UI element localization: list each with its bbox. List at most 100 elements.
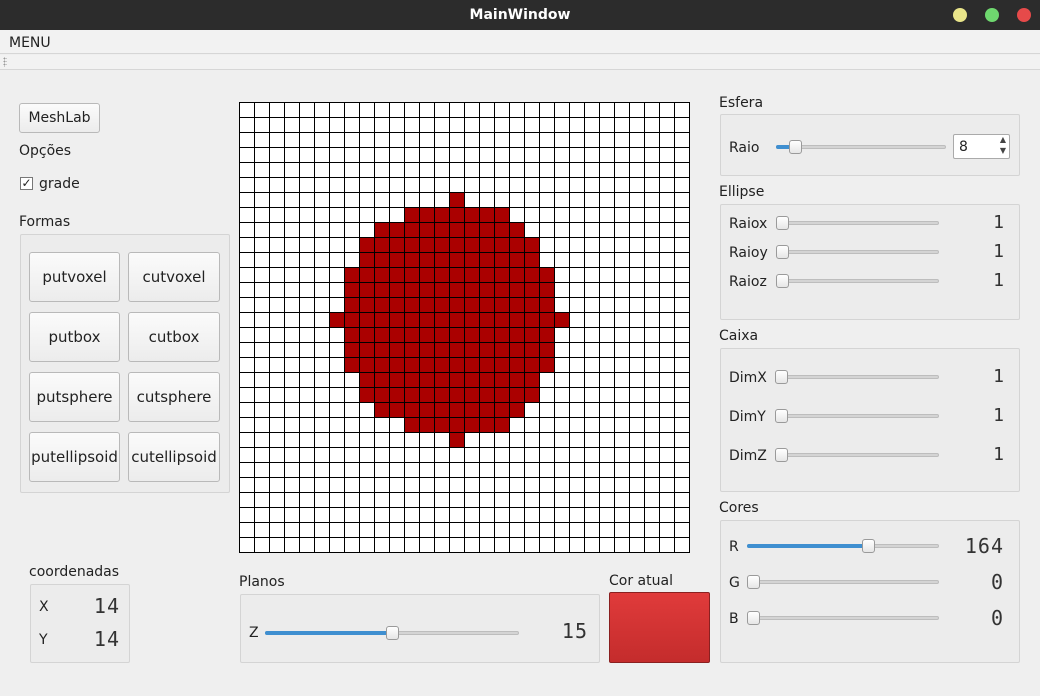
voxel-cell[interactable] <box>419 402 434 417</box>
voxel-cell[interactable] <box>434 222 449 237</box>
voxel-cell[interactable] <box>359 327 374 342</box>
voxel-cell[interactable] <box>374 312 389 327</box>
voxel-cell[interactable] <box>494 237 509 252</box>
voxel-cell[interactable] <box>449 192 464 207</box>
voxel-cell[interactable] <box>539 312 554 327</box>
voxel-cell[interactable] <box>419 312 434 327</box>
voxel-cell[interactable] <box>404 297 419 312</box>
voxel-cell[interactable] <box>494 252 509 267</box>
voxel-cell[interactable] <box>539 357 554 372</box>
voxel-cell[interactable] <box>359 357 374 372</box>
minimize-button[interactable] <box>953 8 967 22</box>
voxel-cell[interactable] <box>449 372 464 387</box>
voxel-cell[interactable] <box>539 342 554 357</box>
dim-x-slider[interactable] <box>775 369 939 385</box>
voxel-cell[interactable] <box>509 402 524 417</box>
voxel-cell[interactable] <box>344 282 359 297</box>
voxel-cell[interactable] <box>389 402 404 417</box>
voxel-cell[interactable] <box>464 357 479 372</box>
voxel-cell[interactable] <box>464 342 479 357</box>
voxel-cell[interactable] <box>419 327 434 342</box>
voxel-cell[interactable] <box>374 372 389 387</box>
radius-spinbox[interactable]: 8 ▲ ▼ <box>953 134 1010 159</box>
voxel-cell[interactable] <box>374 402 389 417</box>
radius-slider-handle[interactable] <box>789 140 802 154</box>
voxel-cell[interactable] <box>464 387 479 402</box>
voxel-cell[interactable] <box>359 387 374 402</box>
voxel-cell[interactable] <box>359 267 374 282</box>
voxel-cell[interactable] <box>449 207 464 222</box>
voxel-grid[interactable] <box>239 102 690 553</box>
voxel-cell[interactable] <box>449 312 464 327</box>
voxel-cell[interactable] <box>494 222 509 237</box>
voxel-cell[interactable] <box>494 402 509 417</box>
voxel-cell[interactable] <box>374 222 389 237</box>
voxel-cell[interactable] <box>419 372 434 387</box>
voxel-cell[interactable] <box>464 267 479 282</box>
voxel-cell[interactable] <box>404 312 419 327</box>
voxel-cell[interactable] <box>434 327 449 342</box>
voxel-cell[interactable] <box>524 312 539 327</box>
voxel-cell[interactable] <box>494 312 509 327</box>
voxel-cell[interactable] <box>434 207 449 222</box>
voxel-cell[interactable] <box>419 222 434 237</box>
dim-y-slider[interactable] <box>775 408 939 424</box>
putsphere-button[interactable]: putsphere <box>29 372 120 422</box>
voxel-cell[interactable] <box>404 387 419 402</box>
maximize-button[interactable] <box>985 8 999 22</box>
voxel-cell[interactable] <box>509 297 524 312</box>
voxel-cell[interactable] <box>344 312 359 327</box>
voxel-cell[interactable] <box>479 402 494 417</box>
voxel-cell[interactable] <box>479 417 494 432</box>
voxel-cell[interactable] <box>404 222 419 237</box>
voxel-cell[interactable] <box>344 327 359 342</box>
voxel-cell[interactable] <box>389 297 404 312</box>
close-button[interactable] <box>1017 8 1031 22</box>
voxel-cell[interactable] <box>449 237 464 252</box>
voxel-cell[interactable] <box>374 282 389 297</box>
voxel-cell[interactable] <box>539 297 554 312</box>
voxel-cell[interactable] <box>359 342 374 357</box>
putellipsoid-button[interactable]: putellipsoid <box>29 432 120 482</box>
voxel-cell[interactable] <box>419 387 434 402</box>
voxel-cell[interactable] <box>449 417 464 432</box>
cutellipsoid-button[interactable]: cutellipsoid <box>128 432 220 482</box>
voxel-cell[interactable] <box>509 357 524 372</box>
voxel-cell[interactable] <box>479 207 494 222</box>
voxel-cell[interactable] <box>449 387 464 402</box>
voxel-cell[interactable] <box>479 342 494 357</box>
voxel-cell[interactable] <box>449 267 464 282</box>
voxel-cell[interactable] <box>404 237 419 252</box>
voxel-cell[interactable] <box>419 237 434 252</box>
voxel-cell[interactable] <box>464 207 479 222</box>
putbox-button[interactable]: putbox <box>29 312 120 362</box>
voxel-cell[interactable] <box>419 252 434 267</box>
voxel-cell[interactable] <box>494 267 509 282</box>
voxel-cell[interactable] <box>389 387 404 402</box>
voxel-cell[interactable] <box>539 327 554 342</box>
grid-checkbox[interactable]: ✓ <box>20 177 33 190</box>
voxel-cell[interactable] <box>374 237 389 252</box>
voxel-cell[interactable] <box>359 282 374 297</box>
voxel-cell[interactable] <box>494 372 509 387</box>
voxel-cell[interactable] <box>344 297 359 312</box>
voxel-cell[interactable] <box>389 372 404 387</box>
voxel-cell[interactable] <box>524 387 539 402</box>
meshlab-button[interactable]: MeshLab <box>19 103 100 133</box>
dim-z-slider-handle[interactable] <box>775 448 788 462</box>
voxel-cell[interactable] <box>479 372 494 387</box>
voxel-cell[interactable] <box>434 342 449 357</box>
voxel-cell[interactable] <box>509 252 524 267</box>
voxel-cell[interactable] <box>479 387 494 402</box>
voxel-cell[interactable] <box>494 207 509 222</box>
voxel-cell[interactable] <box>404 252 419 267</box>
voxel-cell[interactable] <box>419 357 434 372</box>
voxel-cell[interactable] <box>449 297 464 312</box>
voxel-cell[interactable] <box>524 282 539 297</box>
voxel-cell[interactable] <box>524 357 539 372</box>
voxel-cell[interactable] <box>374 342 389 357</box>
voxel-cell[interactable] <box>389 237 404 252</box>
voxel-cell[interactable] <box>464 282 479 297</box>
z-slider[interactable] <box>265 625 519 641</box>
voxel-cell[interactable] <box>359 297 374 312</box>
